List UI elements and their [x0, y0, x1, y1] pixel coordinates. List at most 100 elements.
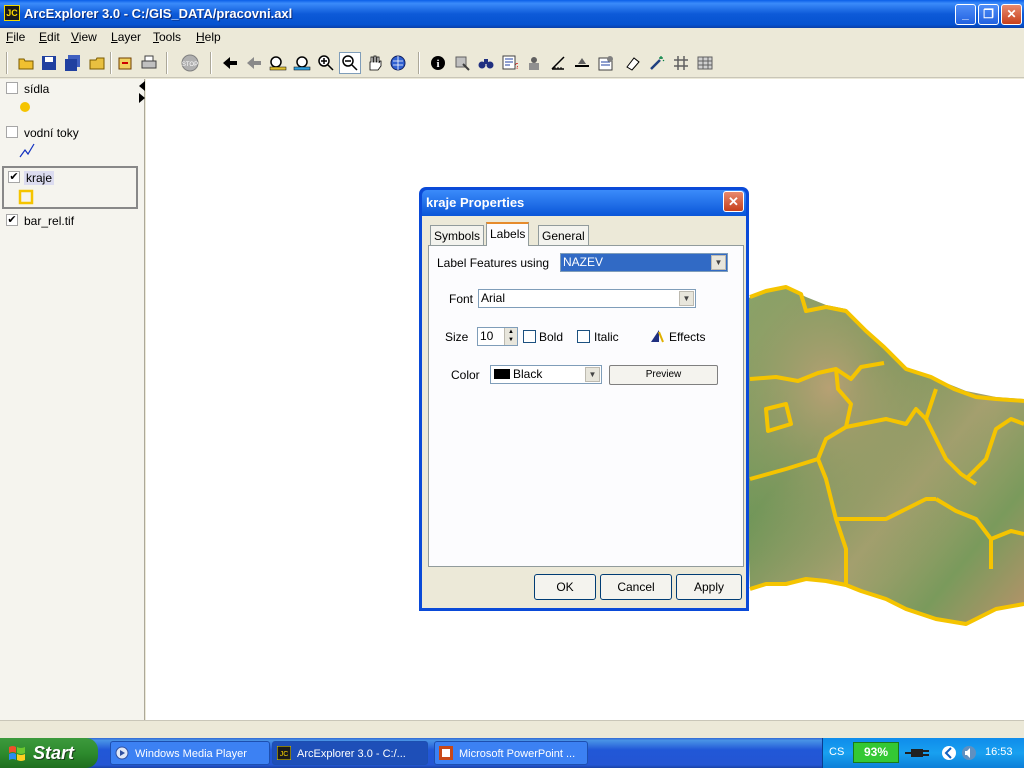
font-size-value: 10	[480, 329, 494, 343]
tab-general[interactable]: General	[538, 225, 589, 246]
maximize-button[interactable]: ❐	[978, 4, 999, 25]
taskbar-item-powerpoint[interactable]: Microsoft PowerPoint ...	[434, 741, 588, 765]
status-bar	[0, 720, 1024, 738]
panel-collapse-icon[interactable]	[138, 80, 146, 104]
system-tray: CS 93% 16:53	[822, 738, 1024, 768]
language-indicator[interactable]: CS	[829, 746, 844, 758]
pan-hand-icon[interactable]	[363, 52, 385, 74]
svg-text:i: i	[436, 58, 439, 70]
dialog-title: kraje Properties	[422, 190, 746, 216]
layer-properties-dialog: kraje Properties ✕ Symbols Labels Genera…	[419, 187, 749, 611]
label-field-select[interactable]: NAZEV ▼	[560, 253, 728, 272]
menu-file[interactable]: File	[6, 30, 25, 44]
power-plug-icon[interactable]	[905, 746, 931, 760]
speaker-icon[interactable]	[961, 745, 977, 761]
folder-icon[interactable]	[86, 52, 108, 74]
start-button[interactable]: Start	[0, 738, 98, 768]
eraser-icon[interactable]	[622, 52, 644, 74]
title-bar: JC ArcExplorer 3.0 - C:/GIS_DATA/pracovn…	[0, 0, 1024, 28]
color-value: Black	[513, 367, 543, 381]
back-arrow-icon[interactable]	[219, 52, 241, 74]
layer-list-panel: sídla vodní toky ✔ kraje ✔ bar_rel.tif	[0, 79, 145, 720]
font-size-stepper[interactable]: 10 ▲ ▼	[477, 327, 518, 346]
font-select[interactable]: Arial ▼	[478, 289, 696, 308]
find-binoculars-icon[interactable]	[475, 52, 497, 74]
menu-tools[interactable]: Tools	[153, 30, 181, 44]
effects-label[interactable]: Effects	[669, 330, 705, 344]
export-map-icon[interactable]	[114, 52, 136, 74]
color-select[interactable]: Black ▼	[490, 365, 602, 384]
chevron-down-icon[interactable]: ▼	[679, 291, 694, 306]
measure-icon[interactable]	[547, 52, 569, 74]
scale-bar-icon[interactable]	[571, 52, 593, 74]
dialog-close-button[interactable]: ✕	[723, 191, 744, 212]
italic-checkbox[interactable]	[577, 330, 590, 343]
tab-labels[interactable]: Labels	[486, 222, 530, 246]
layer-visibility-checkbox[interactable]: ✔	[6, 214, 18, 226]
back-arrow-tray-icon[interactable]	[941, 745, 957, 761]
table-icon[interactable]	[694, 52, 716, 74]
layer-item-bar-rel[interactable]: ✔ bar_rel.tif	[2, 211, 138, 235]
menu-help[interactable]: Help	[196, 30, 221, 44]
powerpoint-icon	[439, 746, 453, 760]
tab-symbols[interactable]: Symbols	[430, 225, 485, 246]
line-symbol-icon	[19, 143, 35, 158]
dialog-body: Symbols Labels General Label Features us…	[422, 216, 746, 608]
menu-edit[interactable]: Edit	[39, 30, 60, 44]
italic-label: Italic	[594, 330, 619, 344]
bold-checkbox[interactable]	[523, 330, 536, 343]
media-player-icon	[115, 746, 129, 760]
stop-icon[interactable]: STOP	[179, 52, 201, 74]
zoom-in-icon[interactable]	[315, 52, 337, 74]
zoom-out-icon[interactable]	[339, 52, 361, 74]
layer-visibility-checkbox[interactable]	[6, 82, 18, 94]
chevron-down-icon[interactable]: ▼	[585, 367, 600, 382]
toolbar: STOP i ?	[0, 48, 1024, 78]
graticule-icon[interactable]	[670, 52, 692, 74]
ok-button[interactable]: OK	[534, 574, 596, 600]
globe-icon[interactable]	[387, 52, 409, 74]
zoom-layer-icon[interactable]	[291, 52, 313, 74]
wand-icon[interactable]	[646, 52, 668, 74]
menu-view[interactable]: View	[71, 30, 97, 44]
font-label: Font	[449, 292, 474, 306]
taskbar-item-arcexplorer[interactable]: JC ArcExplorer 3.0 - C:/...	[272, 741, 428, 765]
layer-item-vodni-toky[interactable]: vodní toky	[2, 123, 138, 165]
layer-item-kraje[interactable]: ✔ kraje	[2, 166, 138, 209]
stepper-arrows-icon[interactable]: ▲ ▼	[504, 328, 517, 345]
apply-button[interactable]: Apply	[676, 574, 742, 600]
toolbar-separator	[110, 52, 112, 74]
forward-arrow-icon[interactable]	[243, 52, 265, 74]
save-icon[interactable]	[38, 52, 60, 74]
print-icon[interactable]	[138, 52, 160, 74]
svg-text:STOP: STOP	[182, 62, 198, 68]
menu-layer[interactable]: Layer	[111, 30, 141, 44]
toolbar-separator	[210, 52, 212, 74]
toolbar-separator	[166, 52, 168, 74]
zoom-full-icon[interactable]	[267, 52, 289, 74]
toolbar-separator	[418, 52, 420, 74]
clock[interactable]: 16:53	[985, 746, 1013, 758]
battery-indicator[interactable]: 93%	[853, 742, 899, 763]
query-icon[interactable]: ?	[499, 52, 521, 74]
taskbar-item-label: Windows Media Player	[135, 748, 247, 760]
identify-icon[interactable]: i	[427, 52, 449, 74]
chevron-down-icon[interactable]: ▼	[711, 255, 726, 270]
svg-text:?: ?	[515, 62, 518, 71]
layer-properties-icon[interactable]	[595, 52, 617, 74]
layer-visibility-checkbox[interactable]	[6, 126, 18, 138]
select-feature-icon[interactable]	[451, 52, 473, 74]
minimize-button[interactable]: _	[955, 4, 976, 25]
effects-icon[interactable]	[649, 328, 665, 344]
open-icon[interactable]	[15, 52, 37, 74]
taskbar-item-media-player[interactable]: Windows Media Player	[110, 741, 270, 765]
layer-item-sidla[interactable]: sídla	[2, 79, 138, 121]
preview-button[interactable]: Preview	[609, 365, 718, 385]
bold-label: Bold	[539, 330, 564, 344]
close-button[interactable]: ✕	[1001, 4, 1022, 25]
windows-flag-icon	[9, 746, 25, 761]
cancel-button[interactable]: Cancel	[600, 574, 672, 600]
save-all-icon[interactable]	[62, 52, 84, 74]
layer-visibility-checkbox[interactable]: ✔	[8, 171, 20, 183]
buffer-icon[interactable]	[523, 52, 545, 74]
